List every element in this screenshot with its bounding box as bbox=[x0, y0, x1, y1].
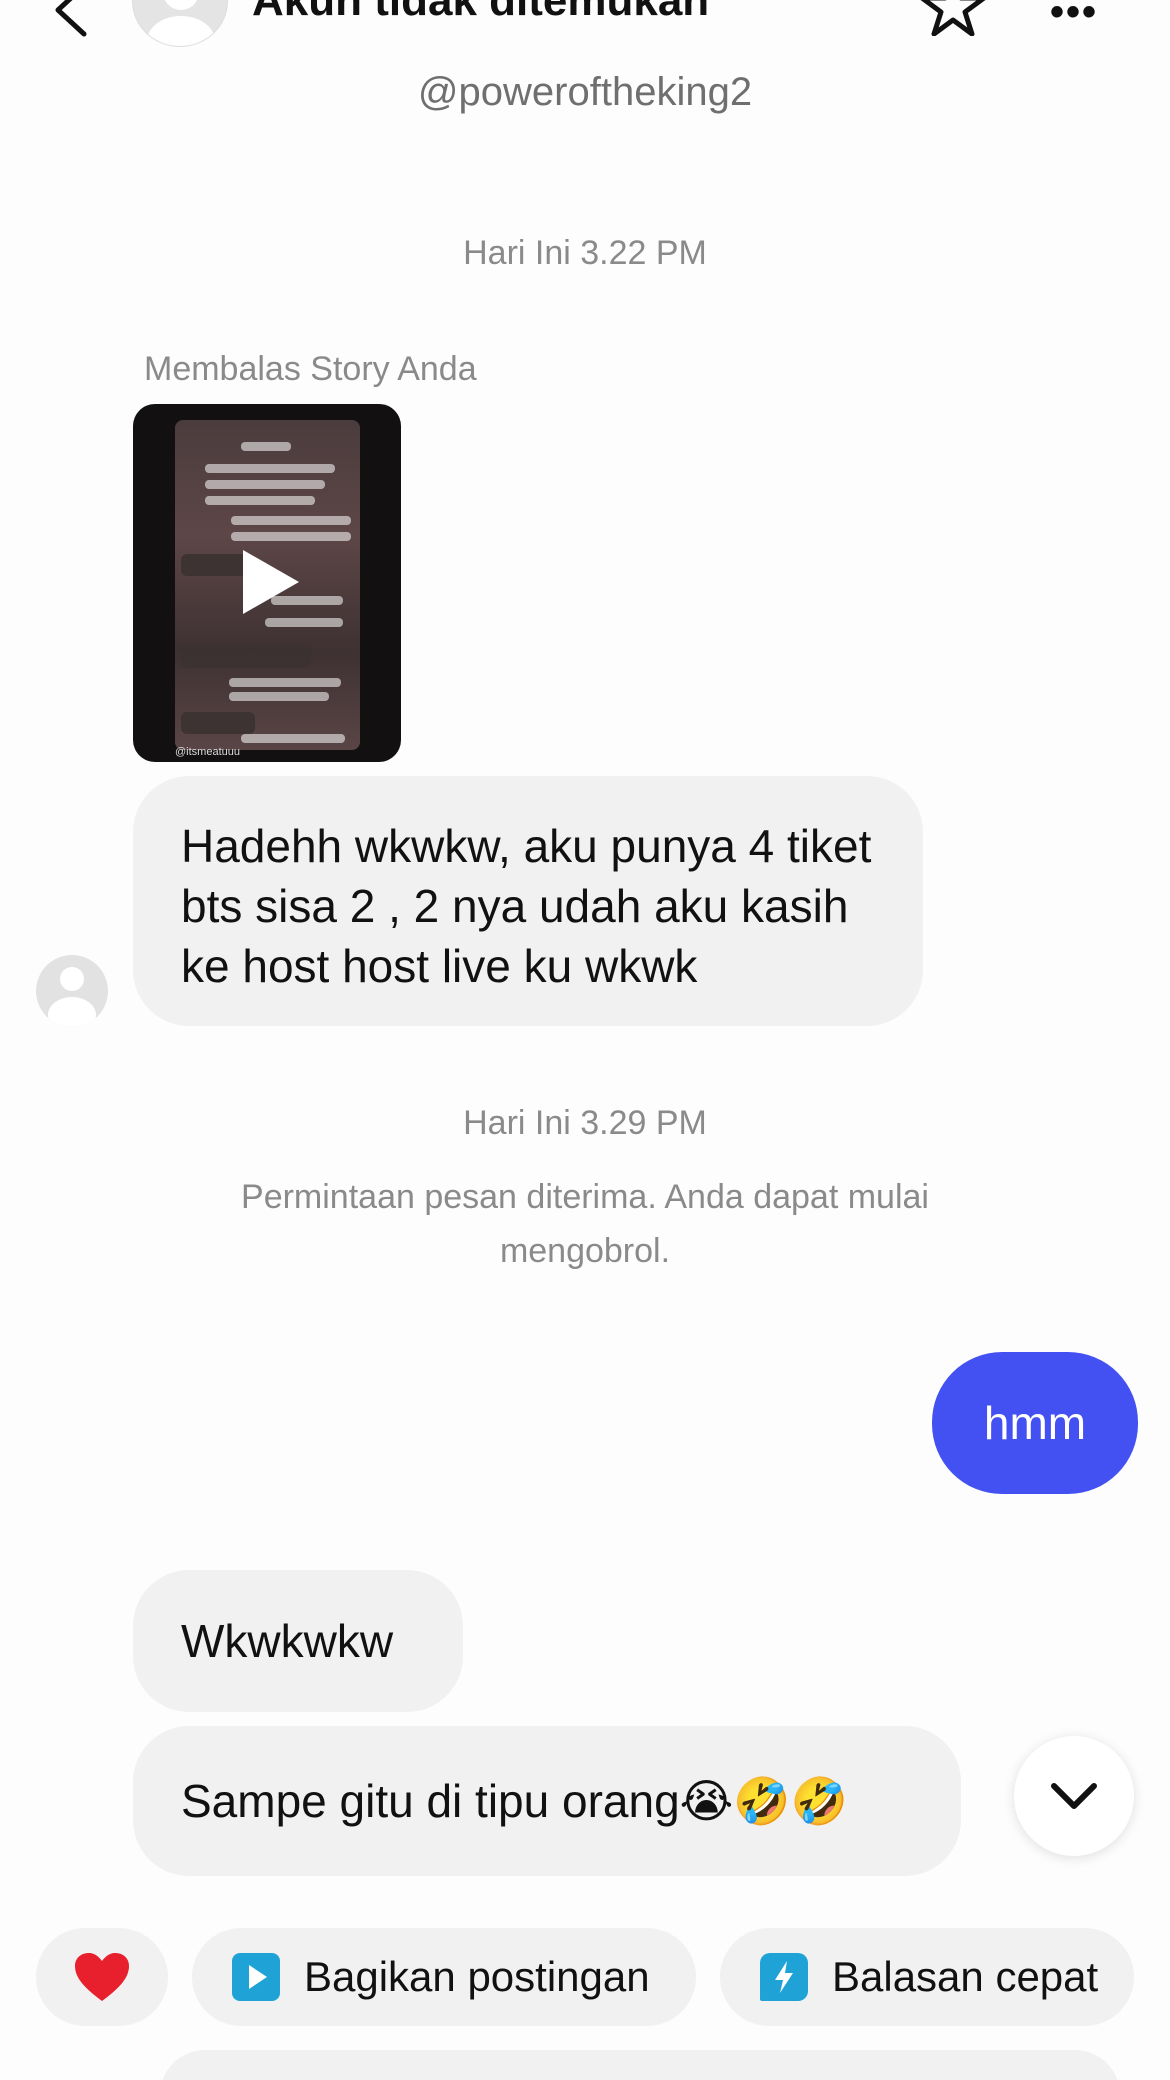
story-credit: @itsmeatuuu bbox=[175, 746, 240, 758]
quick-reply-icon bbox=[760, 1953, 808, 2001]
quick-reply-label: Balasan cepat bbox=[832, 1953, 1099, 2000]
scroll-down-button[interactable] bbox=[1014, 1736, 1134, 1856]
chat-title[interactable]: Akun tidak ditemukan bbox=[252, 0, 709, 26]
story-reply-label: Membalas Story Anda bbox=[144, 350, 477, 388]
more-icon[interactable]: ••• bbox=[1050, 0, 1098, 35]
incoming-message[interactable]: Hadehh wkwkw, aku punya 4 tiket bts sisa… bbox=[133, 776, 923, 1026]
avatar-icon[interactable] bbox=[36, 955, 108, 1027]
timestamp: Hari Ini 3.22 PM bbox=[463, 234, 707, 272]
quick-reply-button[interactable]: Balasan cepat bbox=[720, 1928, 1134, 2026]
star-icon[interactable] bbox=[918, 0, 988, 37]
incoming-message[interactable]: Wkwkwkw bbox=[133, 1570, 463, 1712]
share-post-label: Bagikan postingan bbox=[304, 1953, 650, 2000]
message-text: hmm bbox=[983, 1397, 1087, 1449]
message-text: Wkwkwkw bbox=[181, 1615, 394, 1667]
avatar-icon[interactable] bbox=[132, 0, 228, 47]
incoming-message[interactable]: Sampe gitu di tipu orang😭🤣🤣 bbox=[133, 1726, 961, 1876]
back-arrow-icon[interactable] bbox=[40, 0, 100, 40]
message-text: Sampe gitu di tipu orang😭🤣🤣 bbox=[181, 1775, 848, 1827]
share-post-icon bbox=[232, 1953, 280, 2001]
username-label: @poweroftheking2 bbox=[417, 70, 753, 114]
message-text: Hadehh wkwkw, aku punya 4 tiket bts sisa… bbox=[181, 820, 872, 992]
chevron-down-icon bbox=[1051, 1783, 1097, 1809]
chat-header: Akun tidak ditemukan ••• bbox=[0, 0, 1170, 70]
share-post-button[interactable]: Bagikan postingan bbox=[192, 1928, 696, 2026]
story-thumbnail[interactable]: @itsmeatuuu bbox=[133, 404, 401, 762]
message-input[interactable] bbox=[160, 2050, 1120, 2080]
timestamp: Hari Ini 3.29 PM bbox=[463, 1104, 707, 1142]
system-message: Permintaan pesan diterima. Anda dapat mu… bbox=[241, 1178, 929, 1270]
outgoing-message[interactable]: hmm bbox=[932, 1352, 1138, 1494]
play-icon[interactable] bbox=[243, 550, 299, 614]
quick-action-bar: Bagikan postingan Balasan cepat bbox=[0, 1928, 1170, 2028]
heart-icon bbox=[75, 1953, 129, 2001]
heart-button[interactable] bbox=[36, 1928, 168, 2026]
